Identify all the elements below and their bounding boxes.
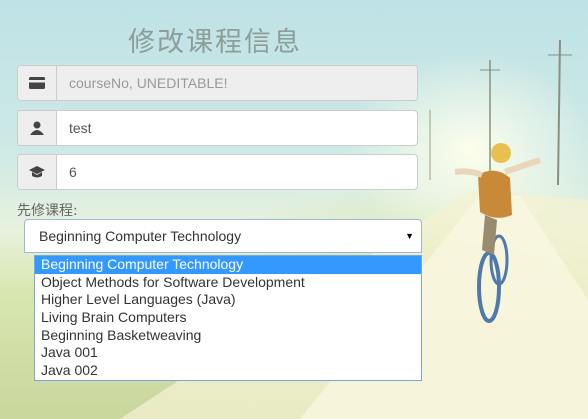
page-title: 修改课程信息 <box>128 27 302 58</box>
prerequisite-option[interactable]: Java 001 <box>35 344 421 362</box>
dropdown-arrow-icon: ▼ <box>405 231 414 241</box>
id-card-icon <box>18 66 57 100</box>
prerequisite-option[interactable]: Java 002 <box>35 362 421 380</box>
graduation-cap-icon <box>18 155 57 189</box>
credit-input[interactable]: 6 <box>57 155 417 189</box>
prerequisite-option[interactable]: Living Brain Computers <box>35 309 421 327</box>
prerequisite-label: 先修课程: <box>17 203 78 219</box>
prerequisite-option[interactable]: Higher Level Languages (Java) <box>35 291 421 309</box>
prerequisite-option[interactable]: Object Methods for Software Development <box>35 274 421 292</box>
prerequisite-options-list: Beginning Computer Technology Object Met… <box>34 255 422 381</box>
course-no-placeholder: courseNo, UNEDITABLE! <box>57 66 417 100</box>
prerequisite-option[interactable]: Beginning Computer Technology <box>35 256 421 274</box>
prerequisite-selected-value: Beginning Computer Technology <box>39 228 242 244</box>
credit-field[interactable]: 6 <box>17 154 418 190</box>
user-icon <box>18 111 57 145</box>
prerequisite-option[interactable]: Beginning Basketweaving <box>35 327 421 345</box>
course-name-input[interactable]: test <box>57 111 417 145</box>
course-no-field: courseNo, UNEDITABLE! <box>17 65 418 101</box>
course-name-field[interactable]: test <box>17 110 418 146</box>
prerequisite-select[interactable]: Beginning Computer Technology ▼ <box>24 219 422 253</box>
